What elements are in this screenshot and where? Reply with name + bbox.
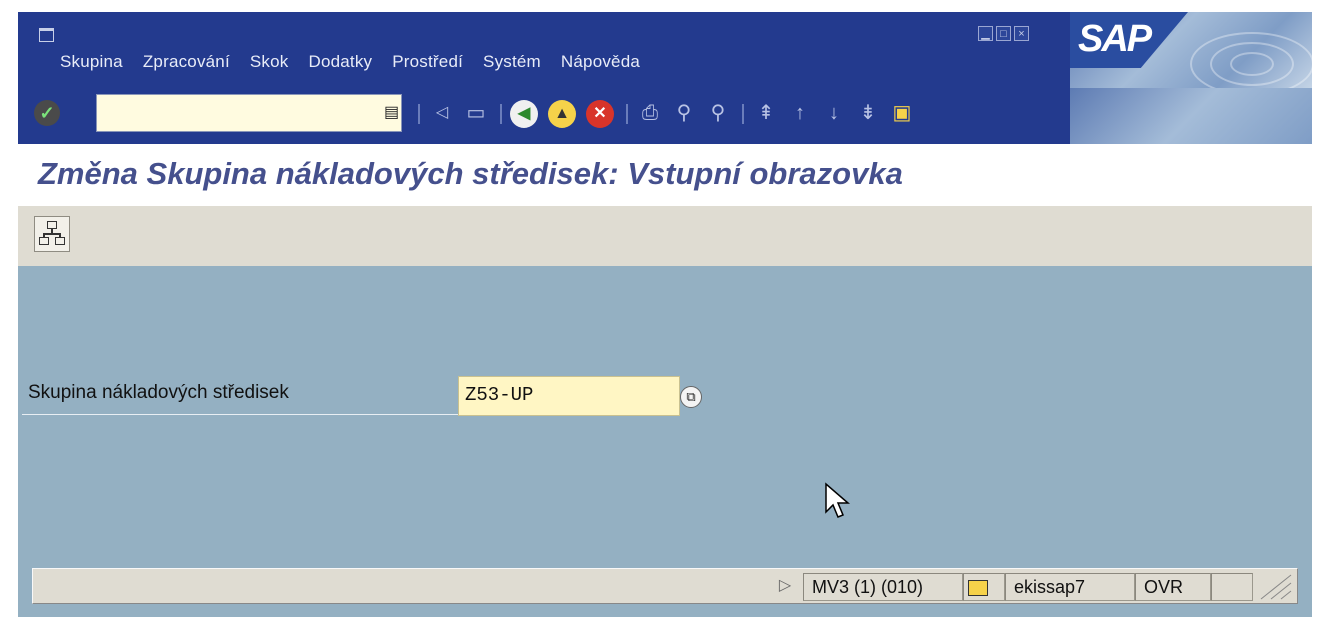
command-field[interactable]: [96, 94, 402, 132]
previous-page-icon[interactable]: ↑: [786, 98, 814, 128]
menu-skupina[interactable]: Skupina: [60, 52, 123, 72]
status-expand-icon[interactable]: ▷: [775, 575, 795, 597]
hierarchy-icon[interactable]: [34, 216, 70, 252]
find-icon[interactable]: ⚲: [670, 98, 698, 128]
status-empty-cell: [1211, 573, 1253, 601]
menu-prostredi[interactable]: Prostředí: [392, 52, 463, 72]
status-bar: ▷ MV3 (1) (010) ekissap7 OVR: [32, 568, 1298, 604]
server-info: ekissap7: [1005, 573, 1135, 601]
field-underline: [22, 414, 458, 415]
main-area: Skupina nákladových středisek Z53-UP ⧉ ▷…: [18, 266, 1312, 617]
application-toolbar: [18, 206, 1312, 267]
back-arrow-icon[interactable]: ◁: [428, 98, 456, 128]
menu-bar: Skupina Zpracování Skok Dodatky Prostřed…: [18, 12, 1312, 88]
menu-dodatky[interactable]: Dodatky: [308, 52, 372, 72]
sap-banner: SAP: [1070, 12, 1312, 88]
menu-napoveda[interactable]: Nápověda: [561, 52, 640, 72]
maximize-icon[interactable]: □: [996, 26, 1011, 41]
cost-center-group-label: Skupina nákladových středisek: [28, 382, 289, 403]
resize-grip-icon[interactable]: [1257, 573, 1293, 601]
enter-icon[interactable]: ✓: [34, 100, 60, 126]
first-page-icon[interactable]: ⇞: [752, 98, 780, 128]
close-icon[interactable]: ×: [1014, 26, 1029, 41]
sap-logo: SAP: [1070, 12, 1188, 68]
menu-zpracovani[interactable]: Zpracování: [143, 52, 230, 72]
insert-mode[interactable]: OVR: [1135, 573, 1211, 601]
cancel-icon[interactable]: ✕: [586, 100, 614, 128]
menu-skok[interactable]: Skok: [250, 52, 289, 72]
cost-center-group-input[interactable]: Z53-UP: [458, 376, 680, 416]
system-menu-icon[interactable]: [38, 26, 56, 42]
title-area: Změna Skupina nákladových středisek: Vst…: [18, 144, 1312, 207]
search-help-icon[interactable]: ⧉: [680, 386, 702, 408]
system-info[interactable]: MV3 (1) (010): [803, 573, 963, 601]
save-icon[interactable]: ▭: [462, 98, 490, 128]
menu-system[interactable]: Systém: [483, 52, 541, 72]
minimize-icon[interactable]: ▁: [978, 26, 993, 41]
next-page-icon[interactable]: ↓: [820, 98, 848, 128]
back-icon[interactable]: ◀: [510, 100, 538, 128]
window-controls: ▁ □ ×: [978, 26, 1029, 41]
sap-banner-lower: [1070, 88, 1312, 144]
exit-icon[interactable]: ▲: [548, 100, 576, 128]
mouse-cursor-icon: [825, 482, 851, 518]
create-session-icon[interactable]: ▣: [888, 98, 916, 128]
command-history-icon[interactable]: ▤: [384, 102, 399, 122]
page-title: Změna Skupina nákladových středisek: Vst…: [38, 156, 903, 191]
find-next-icon[interactable]: ⚲: [704, 98, 732, 128]
session-icon[interactable]: [963, 573, 1005, 601]
last-page-icon[interactable]: ⇟: [854, 98, 882, 128]
print-icon[interactable]: ⎙: [636, 98, 664, 128]
standard-toolbar: ✓ ▤ ◁ ▭ ◀ ▲ ✕ ⎙ ⚲ ⚲ ⇞ ↑ ↓ ⇟ ▣: [18, 88, 1312, 144]
menu-list: Skupina Zpracování Skok Dodatky Prostřed…: [60, 52, 660, 72]
